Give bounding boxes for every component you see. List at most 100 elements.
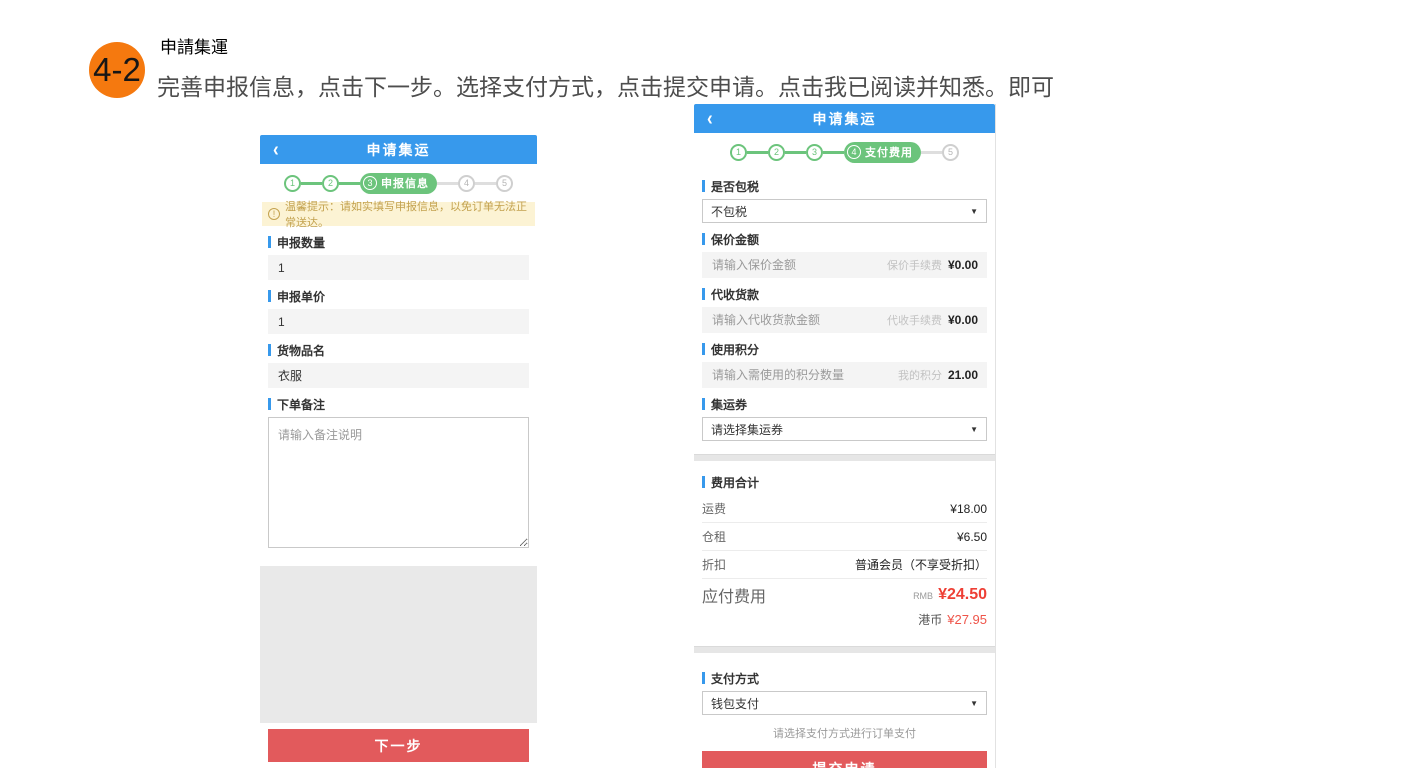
order-remark-textarea[interactable] bbox=[268, 417, 529, 548]
insured-label: 保价金额 bbox=[702, 232, 987, 246]
left-app-bar: ‹ 申请集运 bbox=[260, 135, 537, 164]
fee-row-payable: 应付费用 RMB ¥24.50 bbox=[702, 579, 987, 611]
payment-method-title: 支付方式 bbox=[702, 671, 987, 685]
step-1: 1 bbox=[730, 144, 747, 161]
info-circle-icon: ! bbox=[268, 208, 280, 220]
goods-name-input[interactable] bbox=[268, 363, 529, 388]
payable-amount-hkd: ¥27.95 bbox=[947, 612, 987, 627]
fee-row-hkd: 港币 ¥27.95 bbox=[702, 611, 987, 637]
storage-fee-label: 仓租 bbox=[702, 528, 726, 545]
step-2: 2 bbox=[768, 144, 785, 161]
payable-label: 应付费用 bbox=[702, 583, 766, 607]
step-connector bbox=[747, 151, 768, 154]
cod-label: 代收货款 bbox=[702, 287, 987, 301]
step-3: 3 bbox=[806, 144, 823, 161]
cod-label-text: 代收货款 bbox=[711, 286, 759, 303]
payment-method-value: 钱包支付 bbox=[711, 695, 759, 712]
coupon-select-value: 请选择集运券 bbox=[711, 421, 783, 438]
payment-hint: 请选择支付方式进行订单支付 bbox=[702, 725, 987, 741]
label-accent-bar bbox=[702, 672, 705, 684]
goods-name-label-text: 货物品名 bbox=[277, 342, 325, 359]
step-3-number: 3 bbox=[363, 176, 377, 190]
page-title: 申請集運 bbox=[160, 33, 228, 58]
coupon-label: 集运券 bbox=[702, 397, 987, 411]
tax-select-value: 不包税 bbox=[711, 203, 747, 220]
step-connector bbox=[823, 151, 844, 154]
step-2: 2 bbox=[322, 175, 339, 192]
label-accent-bar bbox=[702, 476, 705, 488]
right-stepper: 1 2 3 4 支付费用 5 bbox=[694, 141, 995, 163]
step-badge: 4-2 bbox=[89, 42, 145, 98]
page-subtitle: 完善申报信息，点击下一步。选择支付方式，点击提交申请。点击我已阅读并知悉。即可 bbox=[157, 68, 1054, 102]
step-connector bbox=[301, 182, 322, 185]
tax-label: 是否包税 bbox=[702, 179, 987, 193]
points-label-text: 使用积分 bbox=[711, 341, 759, 358]
step-3-label: 申报信息 bbox=[381, 175, 429, 191]
insured-amount-input[interactable] bbox=[702, 252, 987, 278]
step-connector bbox=[437, 182, 458, 185]
warning-banner: ! 温馨提示：请如实填写申报信息，以免订单无法正常送达。 bbox=[262, 202, 535, 226]
label-accent-bar bbox=[702, 233, 705, 245]
step-connector bbox=[475, 182, 496, 185]
phone-pay-fee: ‹ 申请集运 1 2 3 4 支付费用 5 是否包税 不包税 ▼ bbox=[694, 104, 996, 768]
goods-name-label: 货物品名 bbox=[268, 343, 529, 357]
coupon-select[interactable]: 请选择集运券 ▼ bbox=[702, 417, 987, 441]
discount-label: 折扣 bbox=[702, 556, 726, 573]
phone-declare-info: ‹ 申请集运 1 2 3 申报信息 4 5 ! 温馨提示：请如实填写申报信息，以… bbox=[260, 135, 537, 762]
right-app-bar: ‹ 申请集运 bbox=[694, 104, 995, 133]
fee-summary-title-text: 费用合计 bbox=[711, 474, 759, 491]
hkd-currency-label: 港币 bbox=[918, 611, 942, 628]
page: 4-2 申請集運 完善申报信息，点击下一步。选择支付方式，点击提交申请。点击我已… bbox=[0, 0, 1417, 768]
declare-price-label: 申报单价 bbox=[268, 289, 529, 303]
label-accent-bar bbox=[702, 288, 705, 300]
step-4-active: 4 支付费用 bbox=[844, 142, 921, 163]
step-4: 4 bbox=[458, 175, 475, 192]
declare-price-input[interactable] bbox=[268, 309, 529, 334]
dropdown-arrow-icon: ▼ bbox=[970, 699, 978, 708]
next-step-button[interactable]: 下一步 bbox=[268, 729, 529, 762]
payment-method-select[interactable]: 钱包支付 ▼ bbox=[702, 691, 987, 715]
storage-fee-value: ¥6.50 bbox=[957, 530, 987, 544]
declare-price-label-text: 申报单价 bbox=[277, 288, 325, 305]
declare-quantity-label-text: 申报数量 bbox=[277, 234, 325, 251]
fee-summary-title: 费用合计 bbox=[702, 475, 987, 489]
shipping-fee-value: ¥18.00 bbox=[950, 502, 987, 516]
label-accent-bar bbox=[268, 236, 271, 248]
order-remark-label: 下单备注 bbox=[268, 397, 529, 411]
left-stepper: 1 2 3 申报信息 4 5 bbox=[260, 172, 537, 194]
coupon-label-text: 集运券 bbox=[711, 396, 747, 413]
discount-value: 普通会员（不享受折扣） bbox=[855, 556, 987, 573]
tax-label-text: 是否包税 bbox=[711, 178, 759, 195]
right-app-bar-title: 申请集运 bbox=[813, 109, 877, 129]
back-icon[interactable]: ‹ bbox=[273, 132, 279, 167]
step-connector bbox=[785, 151, 806, 154]
declare-quantity-input[interactable] bbox=[268, 255, 529, 280]
shipping-fee-label: 运费 bbox=[702, 500, 726, 517]
fee-row-shipping: 运费 ¥18.00 bbox=[702, 495, 987, 523]
submit-application-button[interactable]: 提交申请 bbox=[702, 751, 987, 768]
step-connector bbox=[339, 182, 360, 185]
insured-label-text: 保价金额 bbox=[711, 231, 759, 248]
points-input[interactable] bbox=[702, 362, 987, 388]
label-accent-bar bbox=[702, 343, 705, 355]
section-divider bbox=[694, 454, 995, 461]
dropdown-arrow-icon: ▼ bbox=[970, 207, 978, 216]
points-label: 使用积分 bbox=[702, 342, 987, 356]
label-accent-bar bbox=[268, 290, 271, 302]
tax-select[interactable]: 不包税 ▼ bbox=[702, 199, 987, 223]
step-5: 5 bbox=[496, 175, 513, 192]
step-3-active: 3 申报信息 bbox=[360, 173, 437, 194]
dropdown-arrow-icon: ▼ bbox=[970, 425, 978, 434]
section-divider bbox=[694, 646, 995, 653]
order-remark-label-text: 下单备注 bbox=[277, 396, 325, 413]
cod-amount-input[interactable] bbox=[702, 307, 987, 333]
fee-row-storage: 仓租 ¥6.50 bbox=[702, 523, 987, 551]
label-accent-bar bbox=[702, 180, 705, 192]
payment-method-title-text: 支付方式 bbox=[711, 670, 759, 687]
label-accent-bar bbox=[268, 398, 271, 410]
left-app-bar-title: 申请集运 bbox=[367, 140, 431, 160]
back-icon[interactable]: ‹ bbox=[707, 101, 713, 136]
image-placeholder bbox=[260, 566, 537, 723]
step-connector bbox=[921, 151, 942, 154]
payable-amount-rmb: ¥24.50 bbox=[938, 586, 987, 604]
